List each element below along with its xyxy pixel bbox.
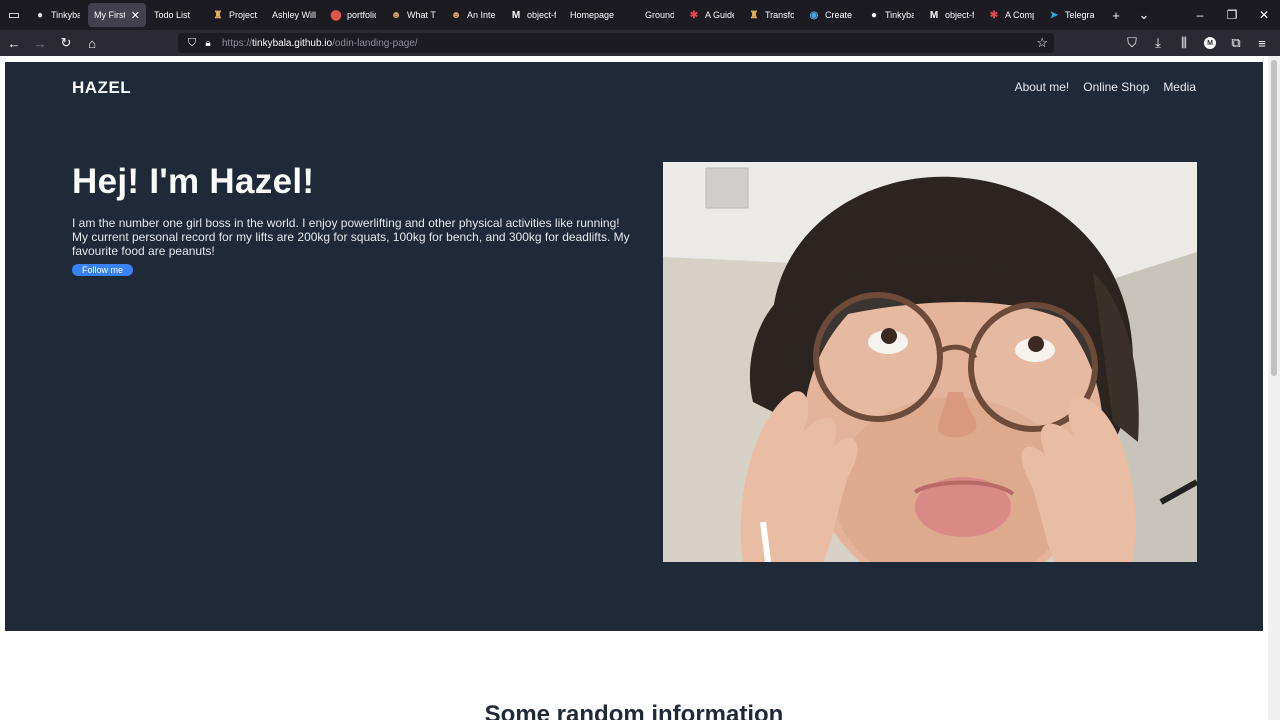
lock-icon[interactable]: 🔒︎ xyxy=(200,38,216,49)
tab-label: portfolio xyxy=(347,10,376,20)
site-nav-link[interactable]: About me! xyxy=(1015,80,1070,94)
close-window-icon[interactable]: ✕ xyxy=(1248,0,1280,30)
tab-label: Tinkybal xyxy=(885,10,914,20)
url-path: /odin-landing-page/ xyxy=(332,37,418,49)
tab-label: object-fit xyxy=(527,10,556,20)
site-nav: About me! Online Shop Media xyxy=(1001,80,1196,94)
asterisk-icon: ✱ xyxy=(689,9,699,21)
avatar-icon: ☻ xyxy=(390,9,402,21)
browser-tab[interactable]: ● Tinkybala xyxy=(28,3,86,27)
tab-label: Grounde xyxy=(645,10,674,20)
browser-tab[interactable]: Ashley Willi xyxy=(266,3,322,27)
pocket-icon[interactable]: ⛉ xyxy=(1120,30,1144,56)
browser-tab[interactable]: ✱ A Compl xyxy=(982,3,1040,27)
hero-photo xyxy=(663,162,1197,562)
hero-content: Hej! I'm Hazel! I am the number one girl… xyxy=(72,162,642,278)
portrait-illustration xyxy=(663,162,1197,562)
page-scrollbar[interactable] xyxy=(1268,56,1280,720)
tracking-protection-shield-icon[interactable]: ⛉ xyxy=(184,37,200,50)
site-nav-link[interactable]: Media xyxy=(1163,80,1196,94)
firefox-view-icon[interactable]: ▭ xyxy=(0,0,28,30)
portfolio-icon: ⬤ xyxy=(330,9,342,21)
address-bar[interactable]: ⛉ 🔒︎ https://tinkybala.github.io/odin-la… xyxy=(178,33,1054,53)
url-prefix: https:// xyxy=(222,37,253,49)
scrollbar-thumb[interactable] xyxy=(1271,60,1277,376)
browser-tab[interactable]: ■ Grounde xyxy=(622,3,680,27)
list-all-tabs-chevron-icon[interactable]: ⌄ xyxy=(1130,0,1158,30)
odin-icon: ♜ xyxy=(749,9,759,21)
site-logo[interactable]: HAZEL xyxy=(72,78,131,98)
browser-tab[interactable]: ♜ Transfor xyxy=(742,3,800,27)
hero-title: Hej! I'm Hazel! xyxy=(72,162,315,201)
odin-icon: ♜ xyxy=(213,9,223,21)
toolbar-right-icons: ⛉ ⤓ ⫼ M ⧉ ≡ xyxy=(1118,30,1274,56)
new-tab-plus-icon[interactable]: + xyxy=(1102,0,1130,30)
site-nav-link[interactable]: Online Shop xyxy=(1083,80,1149,94)
page-viewport: HAZEL About me! Online Shop Media Hej! I'm… xyxy=(0,56,1280,720)
extensions-puzzle-icon[interactable]: ⧉ xyxy=(1224,30,1248,56)
library-icon[interactable]: ⫼ xyxy=(1172,30,1196,56)
box-icon: ■ xyxy=(630,9,638,21)
tabbar-controls: + ⌄ – ❐ ✕ xyxy=(1102,0,1280,30)
navigation-toolbar: ← → ↻ ⌂ ⛉ 🔒︎ https://tinkybala.github.io… xyxy=(0,30,1280,56)
github-icon: ● xyxy=(870,9,878,21)
tab-label: Telegram xyxy=(1065,10,1094,20)
circle-icon: ◉ xyxy=(809,9,819,21)
tab-label: A Compl xyxy=(1005,10,1034,20)
browser-tab[interactable]: Mobject-fit xyxy=(922,3,980,27)
telegram-icon: ➤ xyxy=(1049,9,1059,21)
tab-bar: ▭ ● Tinkybala My First L ✕ Todo List ♜ Project… xyxy=(0,0,1280,30)
restore-icon[interactable]: ❐ xyxy=(1216,0,1248,30)
browser-tab[interactable]: ➤ Telegram xyxy=(1042,3,1100,27)
tab-strip: ● Tinkybala My First L ✕ Todo List ♜ Project: … xyxy=(28,0,1102,30)
browser-tab[interactable]: Mobject-fit xyxy=(504,3,562,27)
account-avatar-icon[interactable]: M xyxy=(1198,30,1222,56)
github-icon: ● xyxy=(36,9,44,21)
tab-label: Project: L xyxy=(229,10,258,20)
browser-tab[interactable]: ● Tinkybal xyxy=(862,3,920,27)
forward-arrow-icon[interactable]: → xyxy=(28,30,52,56)
site-header: HAZEL About me! Online Shop Media xyxy=(72,70,1196,104)
home-icon[interactable]: ⌂ xyxy=(80,30,104,56)
browser-tab[interactable]: ✱ A Guide xyxy=(682,3,740,27)
tab-label: Create a xyxy=(825,10,854,20)
section-heading: Some random information xyxy=(484,701,784,720)
avatar-icon: ☻ xyxy=(450,9,462,21)
hero-description: I am the number one girl boss in the wor… xyxy=(72,216,630,258)
tab-label: Transfor xyxy=(765,10,794,20)
tab-label: Tinkybala xyxy=(51,10,80,20)
medium-icon: M xyxy=(929,9,939,21)
medium-icon: M xyxy=(511,9,521,21)
back-arrow-icon[interactable]: ← xyxy=(2,30,26,56)
browser-tab[interactable]: ♜ Project: L xyxy=(206,3,264,27)
url-text[interactable]: https://tinkybala.github.io/odin-landing… xyxy=(222,38,418,49)
browser-tab[interactable]: ⬤ portfolio xyxy=(324,3,382,27)
browser-tab[interactable]: My First L ✕ xyxy=(88,3,146,27)
browser-tab[interactable]: Todo List xyxy=(148,3,204,27)
browser-tab[interactable]: ☻ An Intera xyxy=(444,3,502,27)
bookmark-star-icon[interactable]: ☆ xyxy=(1036,35,1048,51)
url-domain: tinkybala.github.io xyxy=(252,37,333,49)
tab-label: What Thi xyxy=(407,10,436,20)
tab-label: Todo List xyxy=(154,10,191,20)
tab-label: An Intera xyxy=(467,10,496,20)
tab-label: Homepage xyxy=(570,10,614,20)
browser-tab[interactable]: ◉ Create a xyxy=(802,3,860,27)
minimize-icon[interactable]: – xyxy=(1184,0,1216,30)
tab-label: Ashley Willi xyxy=(272,10,316,20)
follow-me-button[interactable]: Follow me xyxy=(72,264,134,276)
tab-close-icon[interactable]: ✕ xyxy=(131,9,140,22)
tab-label: A Guide xyxy=(705,10,734,20)
tab-label: My First L xyxy=(94,10,125,20)
asterisk-icon: ✱ xyxy=(989,9,999,21)
reload-icon[interactable]: ↻ xyxy=(54,30,78,56)
downloads-icon[interactable]: ⤓ xyxy=(1146,30,1170,56)
hero-section: HAZEL About me! Online Shop Media Hej! I'm… xyxy=(5,62,1263,631)
hamburger-menu-icon[interactable]: ≡ xyxy=(1250,30,1274,56)
browser-tab[interactable]: Homepage xyxy=(564,3,620,27)
tab-label: object-fit xyxy=(945,10,974,20)
browser-tab[interactable]: ☻ What Thi xyxy=(384,3,442,27)
